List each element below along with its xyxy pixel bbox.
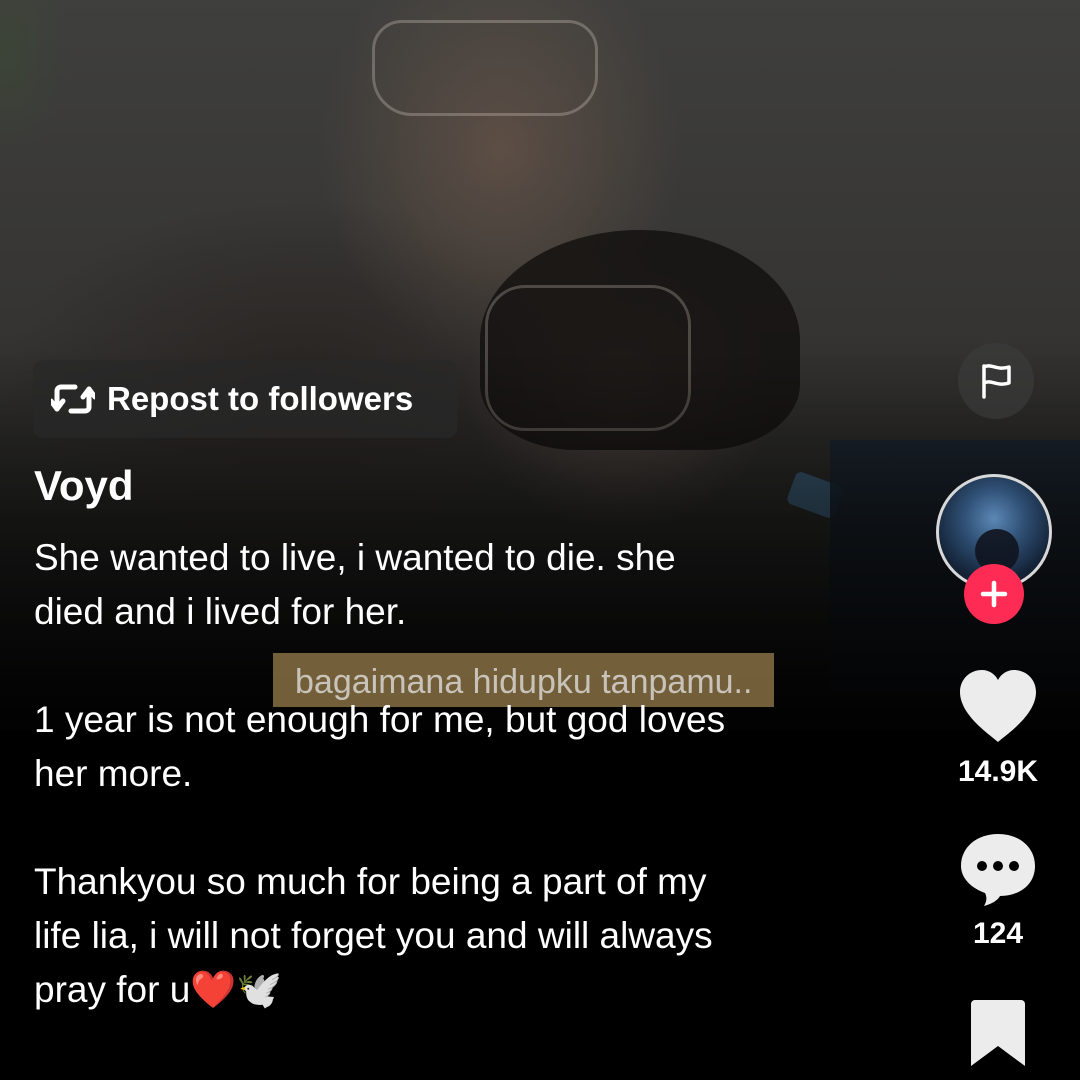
repost-button[interactable]: Repost to followers [33,360,457,438]
caption-line: Thankyou so much for being a part of my [34,861,707,902]
like-action[interactable]: 14.9K [940,668,1056,789]
comment-icon[interactable] [958,830,1038,906]
bookmark-icon[interactable] [967,998,1029,1068]
caption-text: pray for u [34,969,191,1010]
comment-count: 124 [972,917,1024,950]
like-count: 14.9K [957,755,1039,788]
flag-icon [982,364,1011,399]
caption-emoji: ❤️🕊️ [190,969,283,1010]
heart-icon[interactable] [956,668,1040,744]
repost-label: Repost to followers [107,380,414,417]
video-content-glasses [372,20,598,116]
caption-line-last: pray for u❤️🕊️ [34,963,854,1017]
follow-button[interactable] [964,564,1024,624]
creator-profile[interactable] [936,474,1056,624]
caption-line: life lia, i will not forget you and will… [34,915,713,956]
background-plant [0,0,70,160]
post-username[interactable]: Voyd [34,462,134,510]
caption-line: her more. [34,753,193,794]
plus-icon [980,580,1008,608]
caption-line: 1 year is not enough for me, but god lov… [34,699,726,740]
caption-line: died and i lived for her. [34,591,407,632]
repost-icon [51,384,95,414]
bookmark-action[interactable] [940,998,1056,1073]
report-button[interactable] [958,343,1034,419]
comment-action[interactable]: 124 [940,830,1056,951]
caption-line: She wanted to live, i wanted to die. she [34,537,676,578]
post-caption: She wanted to live, i wanted to die. she… [34,531,854,1017]
